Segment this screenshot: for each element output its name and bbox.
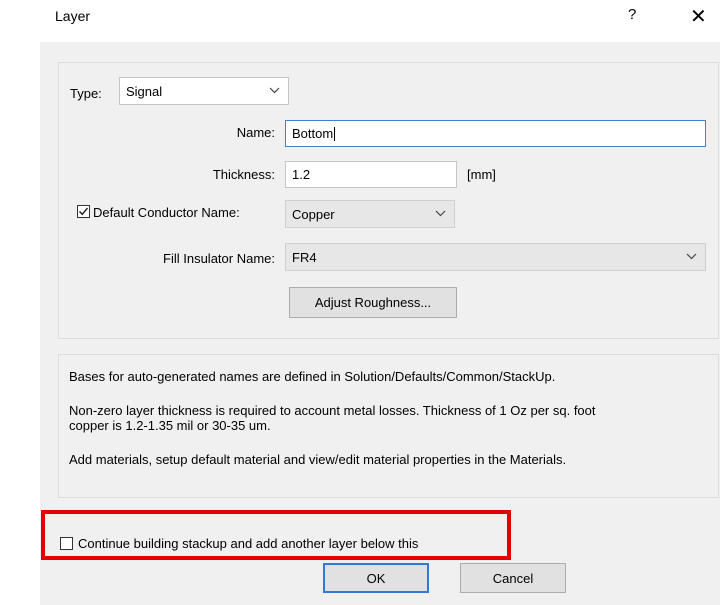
name-input[interactable]: Bottom bbox=[285, 120, 706, 147]
check-icon bbox=[79, 207, 89, 216]
info-line-2b: copper is 1.2-1.35 mil or 30-35 um. bbox=[69, 418, 271, 433]
conductor-value: Copper bbox=[292, 206, 335, 222]
ok-button[interactable]: OK bbox=[323, 563, 429, 593]
chevron-down-icon bbox=[686, 248, 697, 263]
info-line-1: Bases for auto-generated names are defin… bbox=[69, 369, 556, 384]
thickness-input[interactable]: 1.2 bbox=[285, 161, 457, 188]
close-button[interactable]: ✕ bbox=[690, 4, 707, 29]
help-button[interactable]: ? bbox=[628, 6, 636, 23]
name-value: Bottom bbox=[292, 126, 334, 141]
thickness-unit: [mm] bbox=[467, 167, 496, 182]
type-value: Signal bbox=[126, 83, 163, 99]
type-select[interactable]: Signal bbox=[119, 77, 289, 105]
chevron-down-icon bbox=[269, 82, 280, 97]
chevron-down-icon bbox=[435, 205, 446, 220]
type-label: Type: bbox=[70, 86, 102, 101]
info-line-2a: Non-zero layer thickness is required to … bbox=[69, 403, 596, 418]
name-label: Name: bbox=[236, 125, 275, 140]
default-conductor-label: Default Conductor Name: bbox=[93, 205, 240, 220]
cancel-button[interactable]: Cancel bbox=[460, 563, 566, 593]
thickness-label: Thickness: bbox=[212, 167, 275, 182]
info-line-3: Add materials, setup default material an… bbox=[69, 452, 567, 467]
fill-insulator-select[interactable]: FR4 bbox=[285, 243, 706, 271]
fill-insulator-label: Fill Insulator Name: bbox=[163, 251, 275, 266]
window-title: Layer bbox=[55, 8, 91, 24]
text-caret bbox=[334, 126, 336, 141]
fill-insulator-value: FR4 bbox=[292, 249, 317, 265]
default-conductor-checkbox[interactable] bbox=[77, 205, 90, 218]
thickness-value: 1.2 bbox=[292, 167, 311, 182]
highlight-box bbox=[41, 510, 511, 560]
conductor-select[interactable]: Copper bbox=[285, 200, 455, 228]
adjust-roughness-button[interactable]: Adjust Roughness... bbox=[289, 287, 457, 318]
info-panel: Bases for auto-generated names are defin… bbox=[58, 354, 719, 498]
